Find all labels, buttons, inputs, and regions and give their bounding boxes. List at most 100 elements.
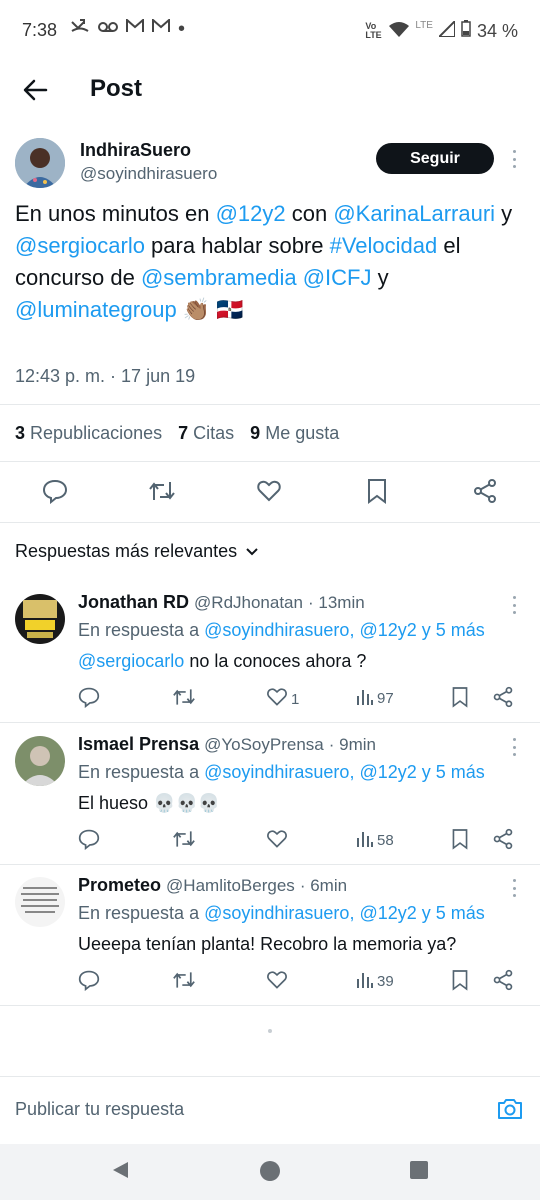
missed-call-icon xyxy=(70,18,90,39)
tweet-text-segment: 👏🏽 🇩🇴 xyxy=(176,297,244,322)
divider xyxy=(0,722,540,723)
reply-avatar[interactable] xyxy=(15,736,65,786)
like-heart-icon[interactable] xyxy=(256,478,282,509)
gmail-icon xyxy=(152,17,170,38)
bookmark-icon xyxy=(451,686,469,712)
back-triangle-icon[interactable] xyxy=(110,1160,130,1185)
reply-author-name[interactable]: Jonathan RD xyxy=(78,592,189,612)
reply-text: Ueeepa tenían planta! Recobro la memoria… xyxy=(78,934,456,955)
camera-icon[interactable] xyxy=(497,1097,523,1126)
reply-action-bookmark[interactable] xyxy=(451,969,469,995)
more-options-icon[interactable] xyxy=(511,879,517,897)
reply-icon[interactable] xyxy=(42,478,68,509)
reply-icon xyxy=(78,828,100,854)
more-options-icon[interactable] xyxy=(511,150,517,168)
reply-action-views[interactable]: 97 xyxy=(356,686,394,710)
reply-action-repost[interactable] xyxy=(172,969,196,995)
reply-action-views[interactable]: 58 xyxy=(356,828,394,852)
status-time: 7:38 xyxy=(22,20,58,40)
quotes-stat[interactable]: 7 Citas xyxy=(178,423,234,444)
reply-context: En respuesta a @soyindhirasuero, @12y2 y… xyxy=(78,762,485,783)
tweet-link[interactable]: @sembramedia xyxy=(141,265,297,290)
reply-action-bookmark[interactable] xyxy=(451,686,469,712)
reply-action-like[interactable] xyxy=(266,828,291,854)
reply-text: El hueso 💀💀💀 xyxy=(78,793,220,814)
reply-action-share[interactable] xyxy=(492,828,514,854)
voicemail-icon xyxy=(98,20,118,38)
lte-label: LTE xyxy=(415,19,433,31)
reply-action-like[interactable] xyxy=(266,969,291,995)
reply-author-handle[interactable]: @YoSoyPrensa xyxy=(204,735,324,754)
reply-header: Jonathan RD @RdJhonatan · 13min xyxy=(78,592,365,613)
reply-action-comment[interactable] xyxy=(78,969,100,995)
divider xyxy=(0,864,540,865)
tweet-link[interactable]: @ICFJ xyxy=(303,265,372,290)
tweet-link[interactable]: @luminategroup xyxy=(15,297,177,322)
signal-icon xyxy=(436,18,456,42)
reply-action-comment[interactable] xyxy=(78,828,100,854)
loading-indicator xyxy=(268,1029,272,1033)
system-icons: Vo LTE LTE 34 % xyxy=(365,18,518,42)
reply-text: @sergiocarlo no la conoces ahora ? xyxy=(78,651,366,672)
reply-avatar[interactable] xyxy=(15,877,65,927)
reply-input[interactable]: Publicar tu respuesta xyxy=(15,1099,184,1120)
tweet-link[interactable]: @12y2 xyxy=(216,201,286,226)
like-heart-icon xyxy=(266,828,288,854)
tweet-text-segment: y xyxy=(371,265,389,290)
reply-author-handle[interactable]: @HamlitoBerges xyxy=(166,876,295,895)
divider xyxy=(0,1005,540,1006)
tweet-timestamp[interactable]: 12:43 p. m. · 17 jun 19 xyxy=(15,366,195,387)
view-count: 97 xyxy=(377,689,394,707)
repost-icon xyxy=(172,828,196,854)
reposts-stat[interactable]: 3 Republicaciones xyxy=(15,423,162,444)
follow-button[interactable]: Seguir xyxy=(376,143,494,174)
tweet-link[interactable]: #Velocidad xyxy=(330,233,438,258)
tweet-link[interactable]: @KarinaLarrauri xyxy=(333,201,495,226)
page-title: Post xyxy=(90,75,143,102)
reply-icon xyxy=(78,686,100,712)
bookmark-icon[interactable] xyxy=(366,478,388,509)
reply-icon xyxy=(78,969,100,995)
share-icon xyxy=(492,969,514,995)
reply-text-body: El hueso 💀💀💀 xyxy=(78,793,221,813)
reply-to-link[interactable]: @soyindhirasuero, @12y2 y 5 más xyxy=(204,762,485,782)
more-options-icon[interactable] xyxy=(511,738,517,756)
reply-action-repost[interactable] xyxy=(172,828,196,854)
more-options-icon[interactable] xyxy=(511,596,517,614)
reply-action-views[interactable]: 39 xyxy=(356,969,394,993)
reply-action-like[interactable]: 1 xyxy=(266,686,299,712)
reply-action-comment[interactable] xyxy=(78,686,100,712)
recents-square-icon[interactable] xyxy=(410,1161,428,1184)
battery-percent: 34 % xyxy=(476,20,518,41)
reply-avatar[interactable] xyxy=(15,594,65,644)
tweet-text: En unos minutos en @12y2 con @KarinaLarr… xyxy=(15,198,525,326)
tweet-text-segment: En unos minutos en xyxy=(15,201,216,226)
reply-author-name[interactable]: Ismael Prensa xyxy=(78,734,199,754)
reply-to-link[interactable]: @soyindhirasuero, @12y2 y 5 más xyxy=(204,903,485,923)
views-chart-icon xyxy=(356,828,374,852)
share-icon[interactable] xyxy=(472,478,498,509)
author-handle[interactable]: @soyindhirasuero xyxy=(80,164,217,184)
reply-header: Ismael Prensa @YoSoyPrensa · 9min xyxy=(78,734,376,755)
reply-sort-dropdown[interactable]: Respuestas más relevantes xyxy=(15,541,259,562)
reply-time: · 6min xyxy=(299,876,348,895)
reply-action-bookmark[interactable] xyxy=(451,828,469,854)
repost-icon xyxy=(172,969,196,995)
reply-author-handle[interactable]: @RdJhonatan xyxy=(194,593,303,612)
like-count: 1 xyxy=(291,690,300,708)
reply-time: · 9min xyxy=(328,735,376,754)
reply-author-name[interactable]: Prometeo xyxy=(78,875,161,895)
reply-action-share[interactable] xyxy=(492,969,514,995)
reply-action-repost[interactable] xyxy=(172,686,196,712)
likes-stat[interactable]: 9 Me gusta xyxy=(250,423,339,444)
author-avatar[interactable] xyxy=(15,138,65,188)
back-arrow-icon[interactable] xyxy=(22,76,50,104)
reply-context: En respuesta a @soyindhirasuero, @12y2 y… xyxy=(78,620,485,641)
home-circle-icon[interactable] xyxy=(259,1160,281,1187)
reply-mention-link[interactable]: @sergiocarlo xyxy=(78,651,184,671)
tweet-link[interactable]: @sergiocarlo xyxy=(15,233,145,258)
reply-to-link[interactable]: @soyindhirasuero, @12y2 y 5 más xyxy=(204,620,485,640)
author-name[interactable]: IndhiraSuero xyxy=(80,140,191,161)
repost-icon[interactable] xyxy=(148,478,176,509)
reply-action-share[interactable] xyxy=(492,686,514,712)
